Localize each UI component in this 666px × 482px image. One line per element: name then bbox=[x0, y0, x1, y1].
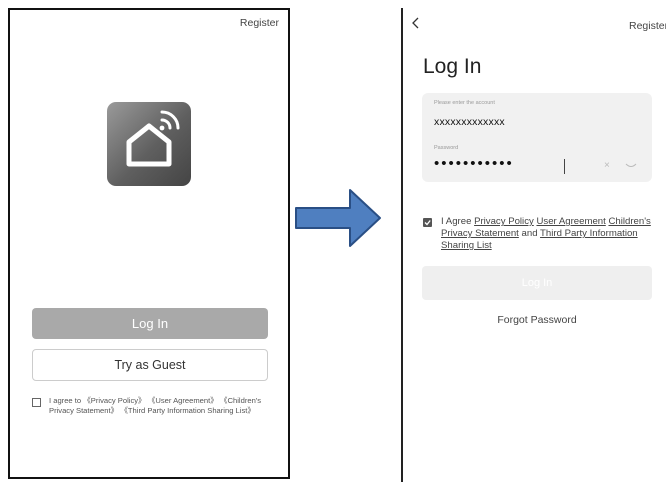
chevron-left-icon[interactable] bbox=[411, 17, 421, 29]
password-input[interactable]: ••••••••••• bbox=[434, 155, 514, 172]
user-agreement-link[interactable]: User Agreement bbox=[536, 216, 605, 227]
agreement-text[interactable]: I agree to 《Privacy Policy》 《User Agreem… bbox=[49, 396, 269, 415]
smart-home-icon bbox=[107, 102, 191, 186]
privacy-policy-link[interactable]: Privacy Policy bbox=[474, 216, 534, 227]
screen-border bbox=[401, 8, 403, 482]
right-arrow-icon bbox=[295, 189, 381, 247]
register-link[interactable]: Register bbox=[240, 17, 279, 29]
eye-closed-icon[interactable] bbox=[625, 163, 637, 169]
page-title: Log In bbox=[423, 55, 482, 78]
left-phone-screen: Register Log In Try as Guest I agree to … bbox=[8, 8, 290, 479]
forgot-password-link[interactable]: Forgot Password bbox=[422, 314, 652, 326]
text-cursor bbox=[564, 159, 565, 174]
agreement-checkbox[interactable] bbox=[32, 398, 41, 407]
login-form-card: Please enter the account xxxxxxxxxxxxx P… bbox=[422, 93, 652, 182]
agreement-and: and bbox=[521, 228, 538, 239]
agreement-checkbox[interactable] bbox=[423, 218, 432, 227]
try-as-guest-button[interactable]: Try as Guest bbox=[32, 349, 268, 381]
agreement-prefix: I Agree bbox=[441, 216, 472, 227]
right-phone-screen: Register Log In Please enter the account… bbox=[401, 8, 666, 482]
login-button[interactable]: Log In bbox=[32, 308, 268, 339]
register-link[interactable]: Register bbox=[629, 20, 666, 32]
agreement-text: I Agree Privacy Policy User Agreement Ch… bbox=[441, 216, 653, 252]
password-label: Password bbox=[434, 145, 459, 151]
login-button[interactable]: Log In bbox=[422, 266, 652, 300]
account-label: Please enter the account bbox=[434, 100, 495, 106]
clear-icon[interactable]: × bbox=[604, 160, 610, 171]
account-input[interactable]: xxxxxxxxxxxxx bbox=[434, 116, 505, 128]
